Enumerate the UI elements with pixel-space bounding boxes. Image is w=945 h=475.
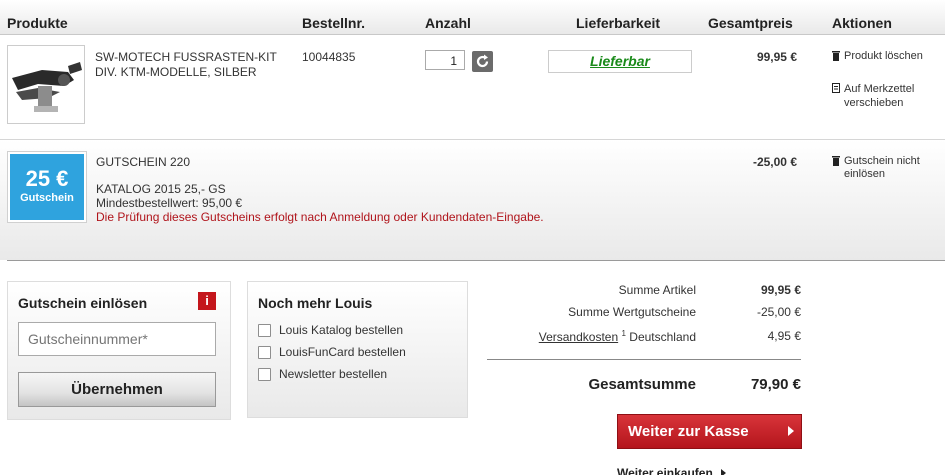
shipping-costs-link[interactable]: Versandkosten	[539, 330, 618, 344]
voucher-price: -25,00 €	[752, 155, 797, 169]
shipping-country: Deutschland	[629, 330, 696, 344]
newsletter-option-label: Newsletter bestellen	[279, 367, 388, 381]
trash-icon	[832, 51, 840, 61]
voucher-badge-label: Gutschein	[20, 192, 74, 204]
refresh-quantity-button[interactable]	[472, 51, 493, 72]
voucher-badge: 25 € Gutschein	[7, 151, 87, 223]
shipping-row: Versandkosten 1 Deutschland	[500, 329, 696, 344]
apply-voucher-label: Übernehmen	[71, 381, 163, 398]
checkout-label: Weiter zur Kasse	[628, 423, 749, 440]
funcard-checkbox[interactable]	[258, 346, 271, 359]
delete-product-label: Produkt löschen	[844, 50, 923, 62]
footpeg-image-icon	[8, 46, 84, 123]
more-louis-title: Noch mehr Louis	[258, 295, 373, 311]
voucher-catalog: KATALOG 2015 25,- GS	[96, 182, 226, 196]
info-icon-glyph: i	[205, 293, 209, 308]
grand-total-label: Gesamtsumme	[588, 376, 696, 393]
summary-divider	[487, 359, 801, 360]
continue-shopping-label: Weiter einkaufen	[617, 466, 713, 475]
quantity-value: 1	[450, 54, 457, 68]
arrow-right-icon	[721, 469, 727, 475]
product-name[interactable]: SW-MOTECH FUSSRASTEN-KIT DIV. KTM-MODELL…	[95, 50, 277, 80]
product-image[interactable]	[7, 45, 85, 124]
availability-status: Lieferbar	[590, 53, 650, 69]
shipping-value: 4,95 €	[767, 329, 801, 343]
newsletter-checkbox[interactable]	[258, 368, 271, 381]
sum-articles-value: 99,95 €	[760, 283, 801, 297]
sum-vouchers-label: Summe Wertgutscheine	[568, 305, 696, 319]
cart-header-bar	[0, 0, 945, 34]
availability-box: Lieferbar	[548, 50, 692, 73]
remove-voucher-line: einlösen	[844, 168, 885, 180]
header-total-price: Gesamtpreis	[708, 15, 793, 31]
catalog-checkbox[interactable]	[258, 324, 271, 337]
header-products: Produkte	[7, 15, 68, 31]
header-actions: Aktionen	[832, 15, 892, 31]
checkout-button[interactable]: Weiter zur Kasse	[617, 414, 802, 449]
voucher-min-order: Mindestbestellwert: 95,00 €	[96, 196, 243, 210]
arrow-right-icon	[788, 426, 794, 436]
note-icon	[832, 83, 840, 93]
voucher-notice: Die Prüfung dieses Gutscheins erfolgt na…	[96, 210, 544, 224]
product-name-line: DIV. KTM-MODELLE, SILBER	[95, 65, 257, 79]
grand-total-value: 79,90 €	[750, 376, 801, 393]
apply-voucher-button[interactable]: Übernehmen	[18, 372, 216, 407]
product-name-line: SW-MOTECH FUSSRASTEN-KIT	[95, 50, 277, 64]
remove-voucher-label: Gutschein nicht einlösen	[844, 155, 920, 181]
wishlist-label-line: Auf Merkzettel	[844, 83, 915, 95]
sum-vouchers-value: -25,00 €	[756, 305, 801, 319]
voucher-title: GUTSCHEIN 220	[96, 155, 191, 169]
funcard-option-label: LouisFunCard bestellen	[279, 345, 406, 359]
catalog-option-label: Louis Katalog bestellen	[279, 323, 404, 337]
voucher-number-input[interactable]	[18, 322, 216, 356]
wishlist-label: Auf Merkzettel verschieben	[844, 82, 914, 110]
section-divider	[7, 260, 945, 261]
remove-voucher-line: Gutschein nicht	[844, 155, 920, 167]
voucher-badge-amount: 25 €	[25, 166, 69, 191]
shipping-footnote: 1	[621, 329, 626, 338]
quantity-input[interactable]: 1	[425, 50, 465, 70]
divider	[0, 34, 945, 35]
wishlist-label-line: verschieben	[844, 97, 904, 109]
refresh-icon	[476, 54, 489, 68]
voucher-details: KATALOG 2015 25,- GS Mindestbestellwert:…	[96, 182, 544, 224]
info-icon[interactable]: i	[198, 292, 216, 310]
continue-shopping-link[interactable]: Weiter einkaufen	[617, 464, 727, 475]
product-price: 99,95 €	[756, 50, 797, 64]
header-availability: Lieferbarkeit	[576, 15, 661, 31]
sum-articles-label: Summe Artikel	[618, 283, 696, 297]
trash-icon	[832, 156, 840, 166]
redeem-voucher-title: Gutschein einlösen	[18, 295, 148, 311]
product-order-no: 10044835	[302, 50, 356, 64]
header-order-no: Bestellnr.	[302, 15, 366, 31]
header-quantity: Anzahl	[425, 15, 471, 31]
voucher-badge-inner: 25 € Gutschein	[10, 154, 84, 220]
